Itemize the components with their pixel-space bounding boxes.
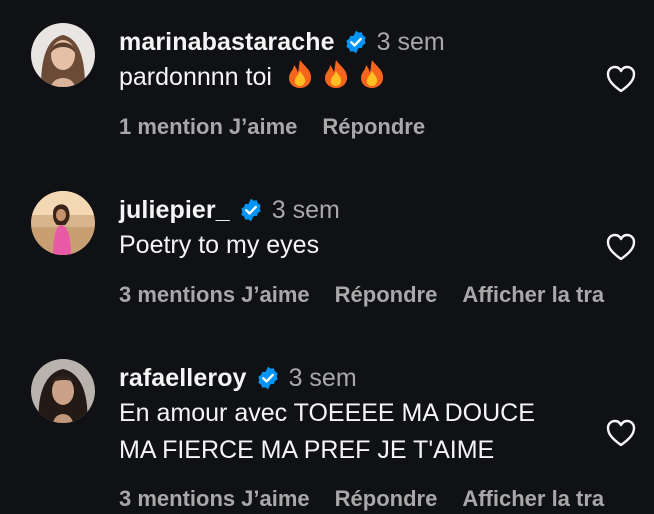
verified-badge-icon xyxy=(241,198,261,222)
comment-body: Poetry to my eyes xyxy=(119,231,320,259)
like-button[interactable]: J’aime xyxy=(229,114,298,140)
comment-actions: 3 mentions J’aime Répondre Afficher la t… xyxy=(119,280,629,310)
fire-emoji-icon xyxy=(288,60,311,88)
comment-header: marinabastarache 3 sem xyxy=(119,26,445,58)
comment-header: juliepier_ 3 sem xyxy=(119,194,340,226)
avatar[interactable] xyxy=(31,359,95,423)
likes-count[interactable]: 1 mention xyxy=(119,114,223,140)
likes-count[interactable]: 3 mentions xyxy=(119,282,235,308)
heart-outline-icon[interactable] xyxy=(605,418,637,448)
comment-text: En amour avec TOEEEE MA DOUCE MA FIERCE … xyxy=(119,395,535,469)
comment-header: rafaelleroy 3 sem xyxy=(119,362,357,394)
comment-text: Poetry to my eyes xyxy=(119,227,319,264)
like-button[interactable]: J’aime xyxy=(241,282,310,308)
comment-body: pardonnnn toi xyxy=(119,63,272,91)
heart-outline-icon[interactable] xyxy=(605,64,637,94)
heart-outline-icon[interactable] xyxy=(605,232,637,262)
reply-button[interactable]: Répondre xyxy=(335,486,438,512)
comment-actions: 3 mentions J’aime Répondre Afficher la t… xyxy=(119,484,629,514)
comment-time[interactable]: 3 sem xyxy=(377,28,445,57)
verified-badge-icon xyxy=(257,366,278,390)
fire-emoji-icon xyxy=(324,60,347,88)
reply-button[interactable]: Répondre xyxy=(335,282,438,308)
comment-time[interactable]: 3 sem xyxy=(289,364,357,393)
comment-body-line1: En amour avec TOEEEE MA DOUCE xyxy=(119,399,535,427)
comment-body-line2: MA FIERCE MA PREF JE T'AIME xyxy=(119,436,495,464)
avatar[interactable] xyxy=(31,23,95,87)
avatar[interactable] xyxy=(31,191,95,255)
reply-button[interactable]: Répondre xyxy=(322,114,425,140)
likes-count[interactable]: 3 mentions xyxy=(119,486,235,512)
fire-emoji-icon xyxy=(360,60,383,88)
username[interactable]: marinabastarache xyxy=(119,28,335,57)
comment-text: pardonnnn toi xyxy=(119,59,386,96)
comment-actions: 1 mention J’aime Répondre xyxy=(119,112,450,142)
like-button[interactable]: J’aime xyxy=(241,486,310,512)
verified-badge-icon xyxy=(345,30,366,54)
comment-time[interactable]: 3 sem xyxy=(272,196,340,225)
username[interactable]: juliepier_ xyxy=(119,196,230,225)
username[interactable]: rafaelleroy xyxy=(119,364,247,393)
translate-button[interactable]: Afficher la tra xyxy=(462,486,604,512)
translate-button[interactable]: Afficher la tra xyxy=(462,282,604,308)
